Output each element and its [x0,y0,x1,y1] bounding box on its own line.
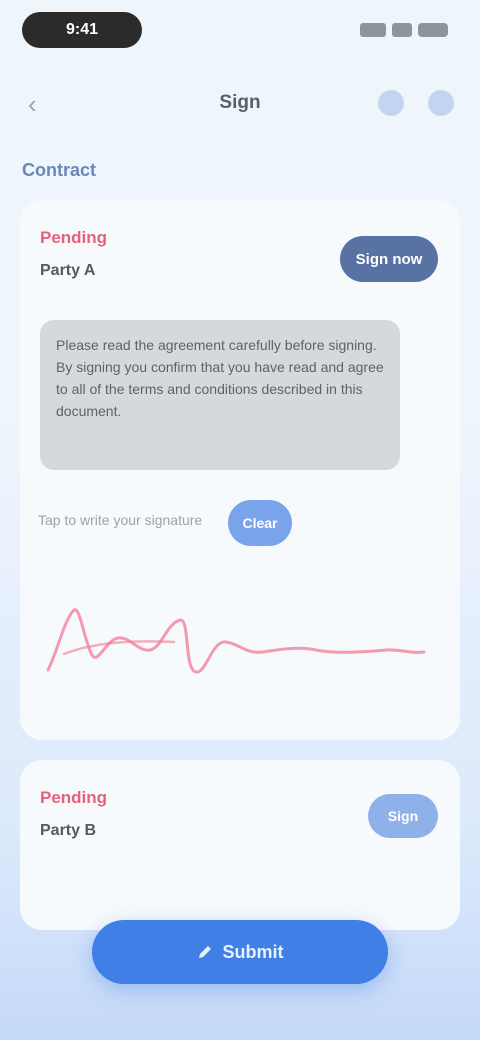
sign-button[interactable]: Sign [368,794,438,838]
status-badge: Pending [40,788,108,807]
share-icon[interactable] [378,90,404,116]
section-label: Contract [22,160,97,180]
status-icons [360,16,448,44]
status-bar: 9:41 [0,0,480,64]
signature-stroke [46,608,426,674]
sign-now-button[interactable]: Sign now [340,236,438,282]
status-time: 9:41 [22,12,142,48]
clear-signature-button[interactable]: Clear [228,500,292,546]
nav-bar: ‹ Sign [0,76,480,132]
more-icon[interactable] [428,90,454,116]
submit-button[interactable]: Submit [92,920,388,984]
battery-icon [418,23,448,37]
signature-hint-row: Tap to write your signature Clear [38,500,438,550]
submit-button-label: Submit [222,941,284,962]
signature-pad[interactable] [34,580,434,710]
signer-card-second: Pending Party B Sign [20,760,460,930]
wifi-icon [392,23,412,37]
agreement-text: Please read the agreement carefully befo… [40,320,400,470]
signer-name: Party B [40,822,97,839]
status-badge: Pending [40,228,108,247]
nav-actions [378,90,454,116]
signal-icon [360,23,386,37]
signer-name: Party A [40,262,96,279]
pencil-icon [198,946,211,958]
signature-hint: Tap to write your signature [38,512,203,528]
signer-card-main: Pending Party A Sign now Please read the… [20,200,460,740]
